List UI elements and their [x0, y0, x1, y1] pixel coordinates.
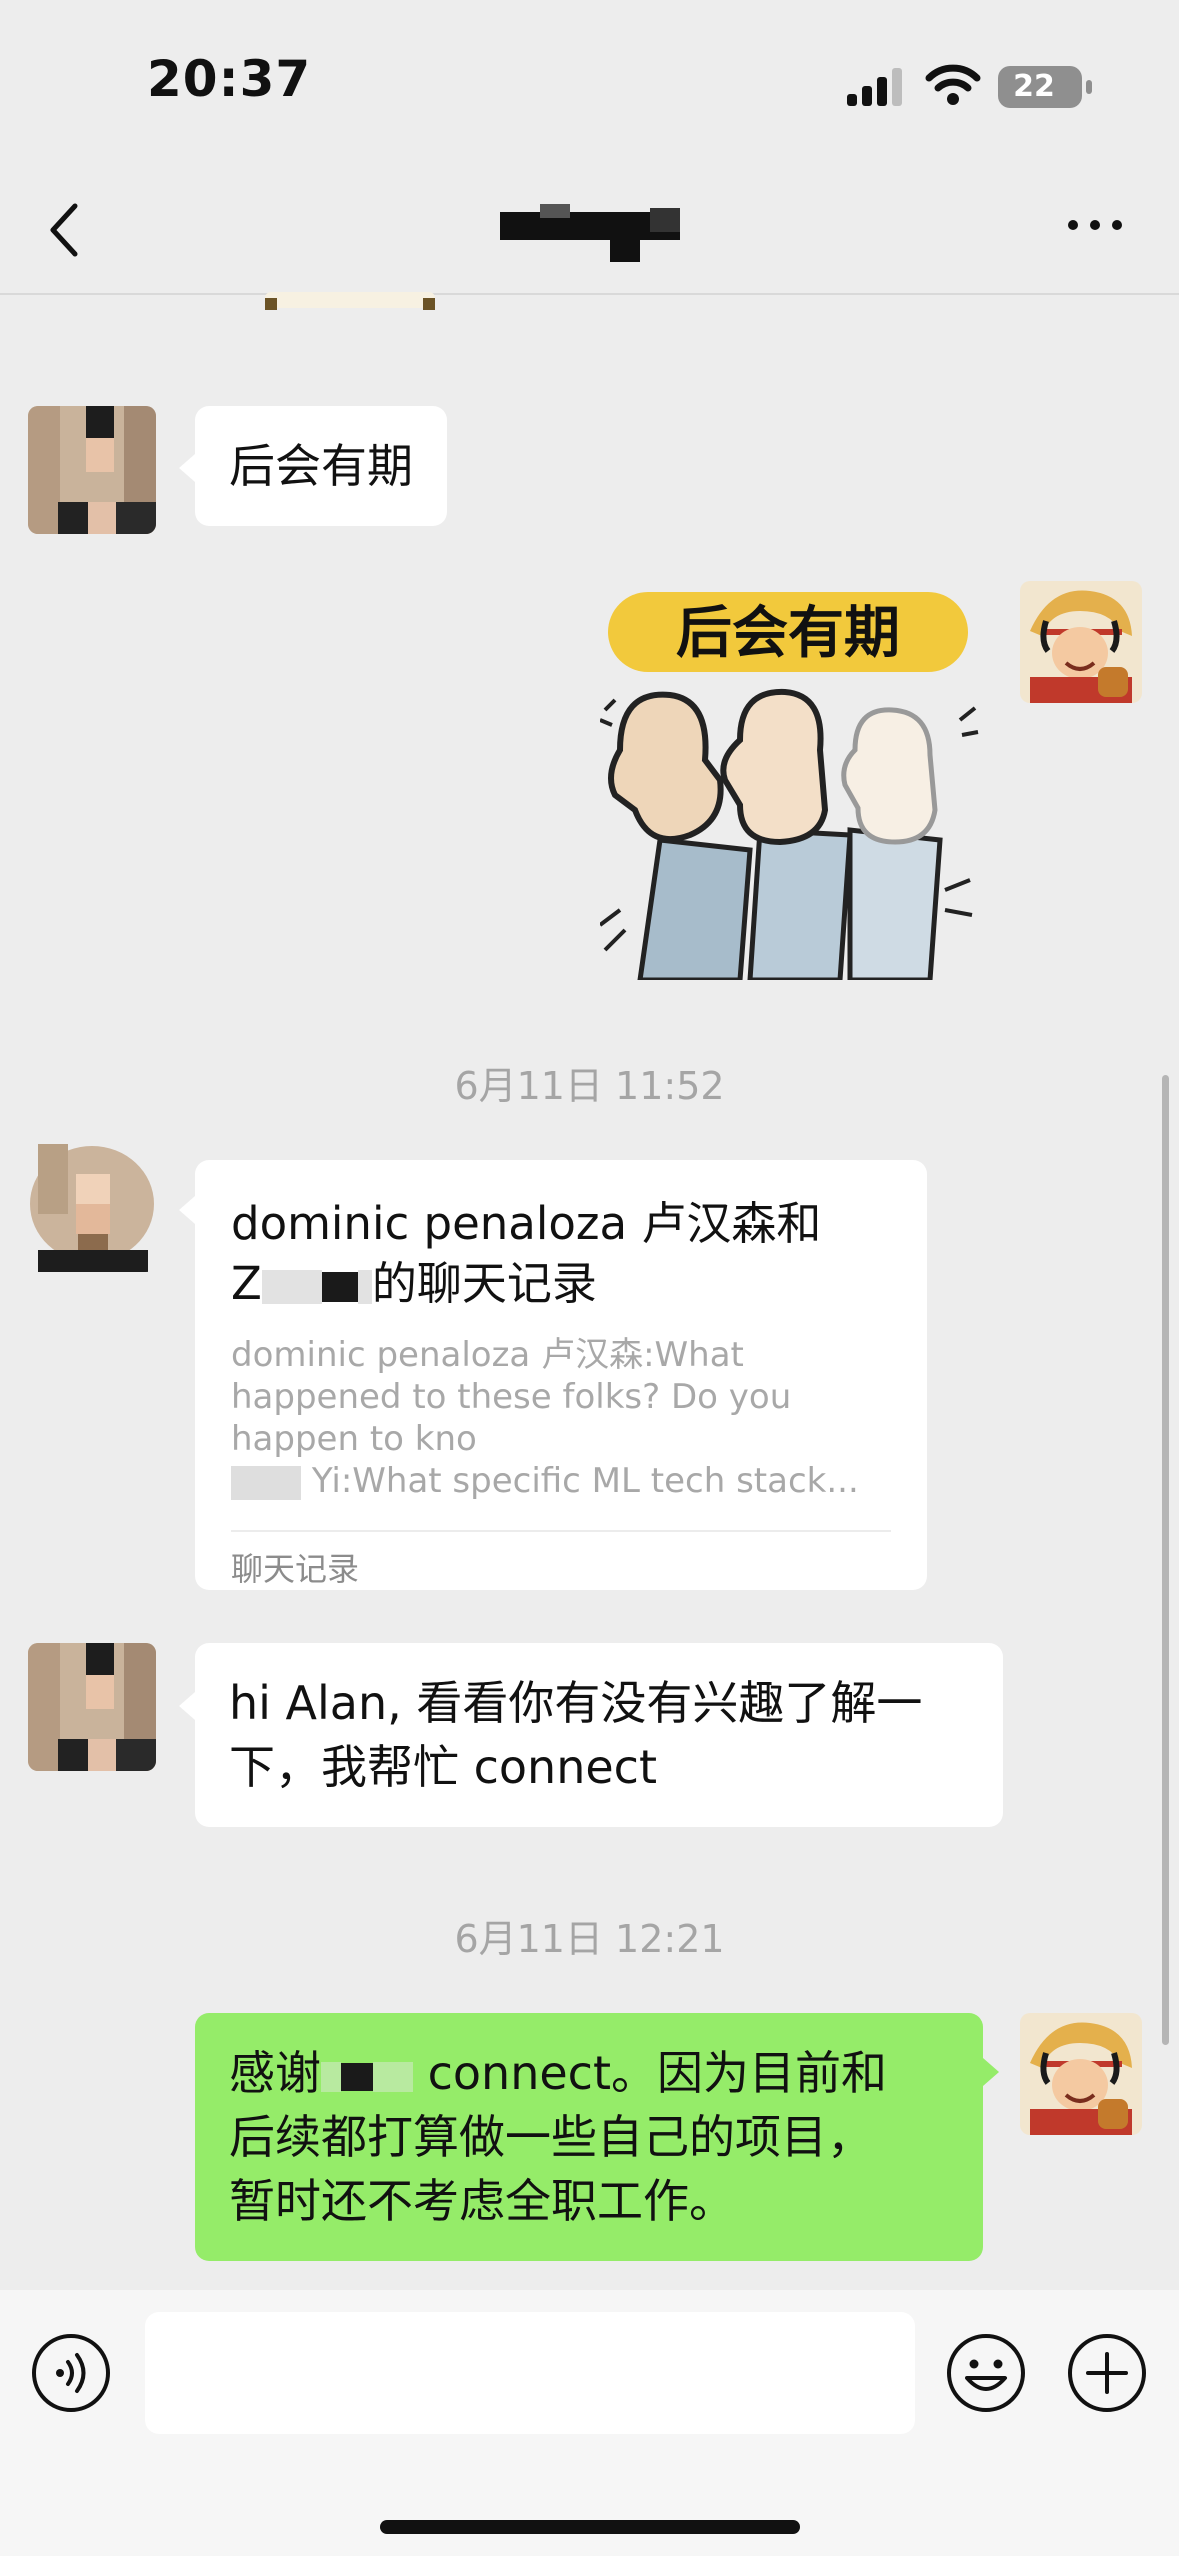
chat-record-title: dominic penaloza 卢汉森和 Z 的聊天记录 [231, 1194, 891, 1314]
back-icon[interactable] [45, 200, 85, 260]
bubble-tail [179, 454, 195, 482]
wifi-icon [925, 64, 981, 105]
message-bubble[interactable]: 后会有期 [195, 406, 447, 526]
chat-record-title-suffix: 的聊天记录 [371, 1257, 597, 1310]
message-text-line-1: 感谢 connect。因为目前和 [229, 2041, 949, 2105]
redaction [321, 1272, 358, 1302]
status-time: 20:37 [147, 50, 312, 108]
chat-record-preview: dominic penaloza 卢汉森:What happened to th… [231, 1334, 891, 1502]
my-avatar[interactable] [1020, 2013, 1142, 2135]
message-prefix: 感谢 [229, 2046, 321, 2100]
timestamp: 6月11日 11:52 [454, 1064, 725, 1108]
my-avatar[interactable] [1020, 581, 1142, 703]
redaction [231, 1465, 301, 1500]
home-indicator [380, 2520, 800, 2534]
bubble-tail [983, 2058, 999, 2086]
message-input[interactable] [145, 2312, 915, 2434]
preview-line-4: Yi:What specific ML tech stack... [231, 1460, 891, 1502]
chat-record-title-prefix: Z [231, 1257, 262, 1310]
contact-avatar[interactable] [28, 1643, 156, 1771]
plus-icon[interactable] [1066, 2332, 1148, 2414]
previous-sticker-edge [265, 292, 435, 310]
emoji-icon[interactable] [945, 2332, 1027, 2414]
redaction [321, 2061, 341, 2092]
bubble-tail [179, 1196, 195, 1224]
signal-icon [847, 68, 902, 106]
chat-record-card[interactable]: dominic penaloza 卢汉森和 Z 的聊天记录 dominic pen… [195, 1160, 927, 1590]
message-text-line: 后续都打算做一些自己的项目， [229, 2110, 873, 2164]
nav-bar [0, 160, 1179, 295]
contact-avatar[interactable] [28, 406, 156, 534]
scrollbar[interactable] [1162, 1075, 1169, 2045]
redaction [373, 2061, 413, 2092]
battery-icon: 22 [998, 66, 1082, 108]
message-bubble[interactable]: hi Alan, 看看你有没有兴趣了解一 下，我帮忙 connect [195, 1643, 1003, 1827]
chat-record-title-line1: dominic penaloza 卢汉森和 [231, 1197, 822, 1250]
voice-icon[interactable] [30, 2332, 112, 2414]
timestamp: 6月11日 12:21 [454, 1917, 725, 1961]
message-text-line: 暂时还不考虑全职工作。 [229, 2174, 735, 2228]
battery-level: 22 [1013, 69, 1055, 104]
preview-line: Yi:What specific ML tech stack... [311, 1461, 859, 1501]
redaction [357, 1270, 372, 1304]
message-text-line: hi Alan, 看看你有没有兴趣了解一 [229, 1676, 923, 1730]
preview-line: dominic penaloza 卢汉森:What [231, 1335, 744, 1375]
chat-title-redacted [500, 204, 680, 262]
redaction [341, 2062, 373, 2091]
chat-record-title-line2: Z 的聊天记录 [231, 1254, 891, 1314]
my-message-bubble[interactable]: 感谢 connect。因为目前和 后续都打算做一些自己的项目， 暂时还不考虑全职… [195, 2013, 983, 2261]
sticker-caption: 后会有期 [676, 601, 900, 666]
sticker-image[interactable]: 后会有期 [600, 580, 985, 980]
message-text: 后会有期 [229, 439, 413, 493]
redaction [261, 1270, 322, 1304]
input-bar [0, 2290, 1179, 2556]
chat-record-footer: 聊天记录 [231, 1550, 360, 1588]
contact-avatar[interactable] [28, 1144, 156, 1272]
message-text-line: 下，我帮忙 connect [229, 1740, 657, 1794]
bubble-tail [179, 1692, 195, 1720]
preview-line: happen to kno [231, 1419, 477, 1459]
more-icon[interactable] [1065, 210, 1125, 240]
message-text: connect。因为目前和 [427, 2046, 887, 2100]
status-bar: 20:37 22 [0, 0, 1179, 160]
preview-line: happened to these folks? Do you [231, 1377, 792, 1417]
battery-tip [1086, 80, 1092, 94]
divider [231, 1530, 891, 1532]
